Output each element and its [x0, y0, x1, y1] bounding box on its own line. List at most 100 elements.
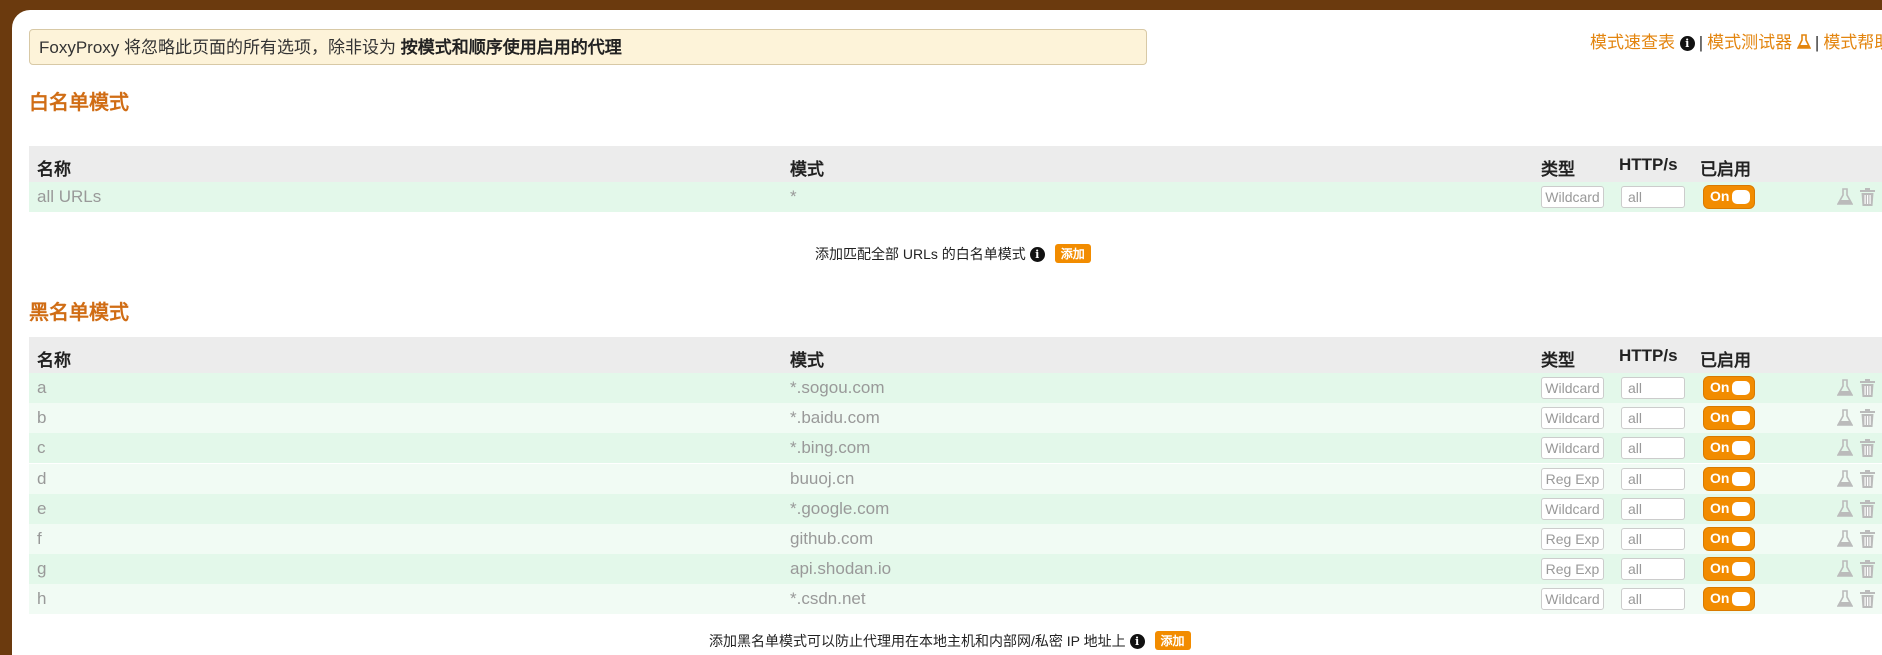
- blacklist-title: 黑名单模式: [29, 302, 129, 324]
- pattern-type-select[interactable]: Wildcard: [1541, 377, 1604, 399]
- pattern-name[interactable]: b: [37, 408, 46, 428]
- trash-icon[interactable]: [1860, 379, 1875, 402]
- protocol-select[interactable]: all: [1621, 558, 1685, 581]
- protocol-select[interactable]: all: [1621, 377, 1685, 399]
- flask-icon[interactable]: [1836, 530, 1854, 553]
- whitelist-title: 白名单模式: [29, 92, 129, 114]
- toggle-knob: [1732, 381, 1750, 395]
- toggle-knob: [1732, 532, 1750, 546]
- pattern-value[interactable]: *.baidu.com: [790, 408, 880, 428]
- toggle-knob: [1732, 592, 1750, 607]
- pattern-value[interactable]: api.shodan.io: [790, 559, 891, 579]
- pattern-type-select[interactable]: Reg Exp: [1541, 467, 1604, 490]
- protocol-select[interactable]: all: [1621, 437, 1685, 460]
- flask-icon[interactable]: [1836, 439, 1854, 462]
- pattern-name[interactable]: h: [37, 589, 46, 609]
- trash-icon[interactable]: [1860, 590, 1875, 613]
- pattern-value[interactable]: *.bing.com: [790, 438, 870, 458]
- header-http: HTTP/s: [1619, 155, 1678, 174]
- pattern-name[interactable]: e: [37, 499, 46, 519]
- enabled-toggle[interactable]: On: [1703, 466, 1755, 491]
- pattern-value[interactable]: *.sogou.com: [790, 378, 885, 398]
- pattern-value[interactable]: *.google.com: [790, 499, 889, 519]
- pattern-value[interactable]: *.csdn.net: [790, 589, 866, 609]
- toggle-knob: [1732, 501, 1750, 516]
- flask-icon[interactable]: [1836, 188, 1854, 211]
- blacklist-add-text: 添加黑名单模式可以防止代理用在本地主机和内部网/私密 IP 地址上: [709, 633, 1126, 649]
- pattern-value[interactable]: *: [790, 187, 797, 207]
- header-http: HTTP/s: [1619, 346, 1678, 365]
- pattern-type-select[interactable]: Reg Exp: [1541, 558, 1604, 581]
- pattern-name[interactable]: f: [37, 529, 42, 549]
- pattern-name[interactable]: g: [37, 559, 46, 579]
- pattern-name[interactable]: d: [37, 469, 46, 489]
- blacklist-add-line: 添加黑名单模式可以防止代理用在本地主机和内部网/私密 IP 地址上 i 添加: [709, 631, 1191, 651]
- flask-icon[interactable]: [1836, 409, 1854, 432]
- whitelist-add-line: 添加匹配全部 URLs 的白名单模式 i 添加: [815, 244, 1091, 264]
- flask-icon[interactable]: [1836, 499, 1854, 523]
- trash-icon[interactable]: [1860, 560, 1875, 583]
- trash-icon[interactable]: [1860, 188, 1875, 211]
- whitelist-add-button[interactable]: 添加: [1054, 244, 1091, 263]
- flask-icon[interactable]: [1836, 590, 1854, 613]
- trash-icon[interactable]: [1860, 499, 1875, 523]
- pattern-row: e *.google.com Wildcard all On: [29, 493, 1882, 524]
- info-icon[interactable]: i: [1679, 36, 1695, 51]
- trash-icon[interactable]: [1860, 469, 1875, 493]
- protocol-select[interactable]: all: [1621, 186, 1685, 208]
- toggle-knob: [1732, 441, 1750, 456]
- info-icon[interactable]: i: [1129, 634, 1145, 649]
- cheatsheet-link[interactable]: 模式速查表: [1590, 33, 1675, 52]
- toggle-knob: [1732, 411, 1750, 426]
- protocol-select[interactable]: all: [1621, 588, 1685, 611]
- enabled-toggle[interactable]: On: [1703, 406, 1755, 431]
- enabled-toggle[interactable]: On: [1703, 185, 1755, 209]
- protocol-select[interactable]: all: [1621, 467, 1685, 490]
- pattern-name[interactable]: all URLs: [37, 187, 101, 207]
- toggle-label: On: [1710, 469, 1730, 486]
- whitelist-add-text: 添加匹配全部 URLs 的白名单模式: [815, 246, 1026, 262]
- flask-icon[interactable]: [1836, 469, 1854, 493]
- pattern-type-select[interactable]: Wildcard: [1541, 186, 1604, 208]
- trash-icon[interactable]: [1860, 439, 1875, 462]
- pattern-type-select[interactable]: Reg Exp: [1541, 528, 1604, 550]
- enabled-toggle[interactable]: On: [1703, 436, 1755, 461]
- info-icon[interactable]: i: [1029, 247, 1045, 262]
- help-link[interactable]: 模式帮助: [1823, 33, 1882, 52]
- tester-link[interactable]: 模式测试器: [1707, 33, 1792, 52]
- pattern-value[interactable]: buuoj.cn: [790, 469, 854, 489]
- header-pattern: 模式: [790, 160, 824, 179]
- trash-icon[interactable]: [1860, 409, 1875, 432]
- pattern-type-select[interactable]: Wildcard: [1541, 407, 1604, 430]
- pattern-type-select[interactable]: Wildcard: [1541, 437, 1604, 460]
- pattern-row: b *.baidu.com Wildcard all On: [29, 403, 1882, 434]
- toggle-knob: [1732, 190, 1750, 204]
- flask-icon[interactable]: [1836, 560, 1854, 583]
- flask-icon[interactable]: [1836, 379, 1854, 402]
- header-enabled: 已启用: [1700, 160, 1751, 179]
- pattern-value[interactable]: github.com: [790, 529, 873, 549]
- toggle-knob: [1732, 562, 1750, 577]
- header-type: 类型: [1541, 160, 1575, 179]
- protocol-select[interactable]: all: [1621, 497, 1685, 520]
- toggle-label: On: [1710, 379, 1730, 395]
- pattern-name[interactable]: c: [37, 438, 46, 458]
- pattern-row: h *.csdn.net Wildcard all On: [29, 584, 1882, 615]
- enabled-toggle[interactable]: On: [1703, 557, 1755, 582]
- enabled-toggle[interactable]: On: [1703, 376, 1755, 400]
- blacklist-table-header: 名称 模式 类型 HTTP/s 已启用: [29, 337, 1882, 373]
- header-type: 类型: [1541, 351, 1575, 370]
- pattern-row: c *.bing.com Wildcard all On: [29, 433, 1882, 464]
- link-separator: |: [1698, 33, 1704, 52]
- trash-icon[interactable]: [1860, 530, 1875, 553]
- protocol-select[interactable]: all: [1621, 528, 1685, 550]
- enabled-toggle[interactable]: On: [1703, 496, 1755, 521]
- blacklist-add-button[interactable]: 添加: [1154, 631, 1191, 650]
- pattern-type-select[interactable]: Wildcard: [1541, 588, 1604, 611]
- pattern-name[interactable]: a: [37, 378, 46, 398]
- pattern-type-select[interactable]: Wildcard: [1541, 497, 1604, 520]
- protocol-select[interactable]: all: [1621, 407, 1685, 430]
- enabled-toggle[interactable]: On: [1703, 587, 1755, 612]
- toggle-label: On: [1710, 409, 1730, 426]
- enabled-toggle[interactable]: On: [1703, 527, 1755, 551]
